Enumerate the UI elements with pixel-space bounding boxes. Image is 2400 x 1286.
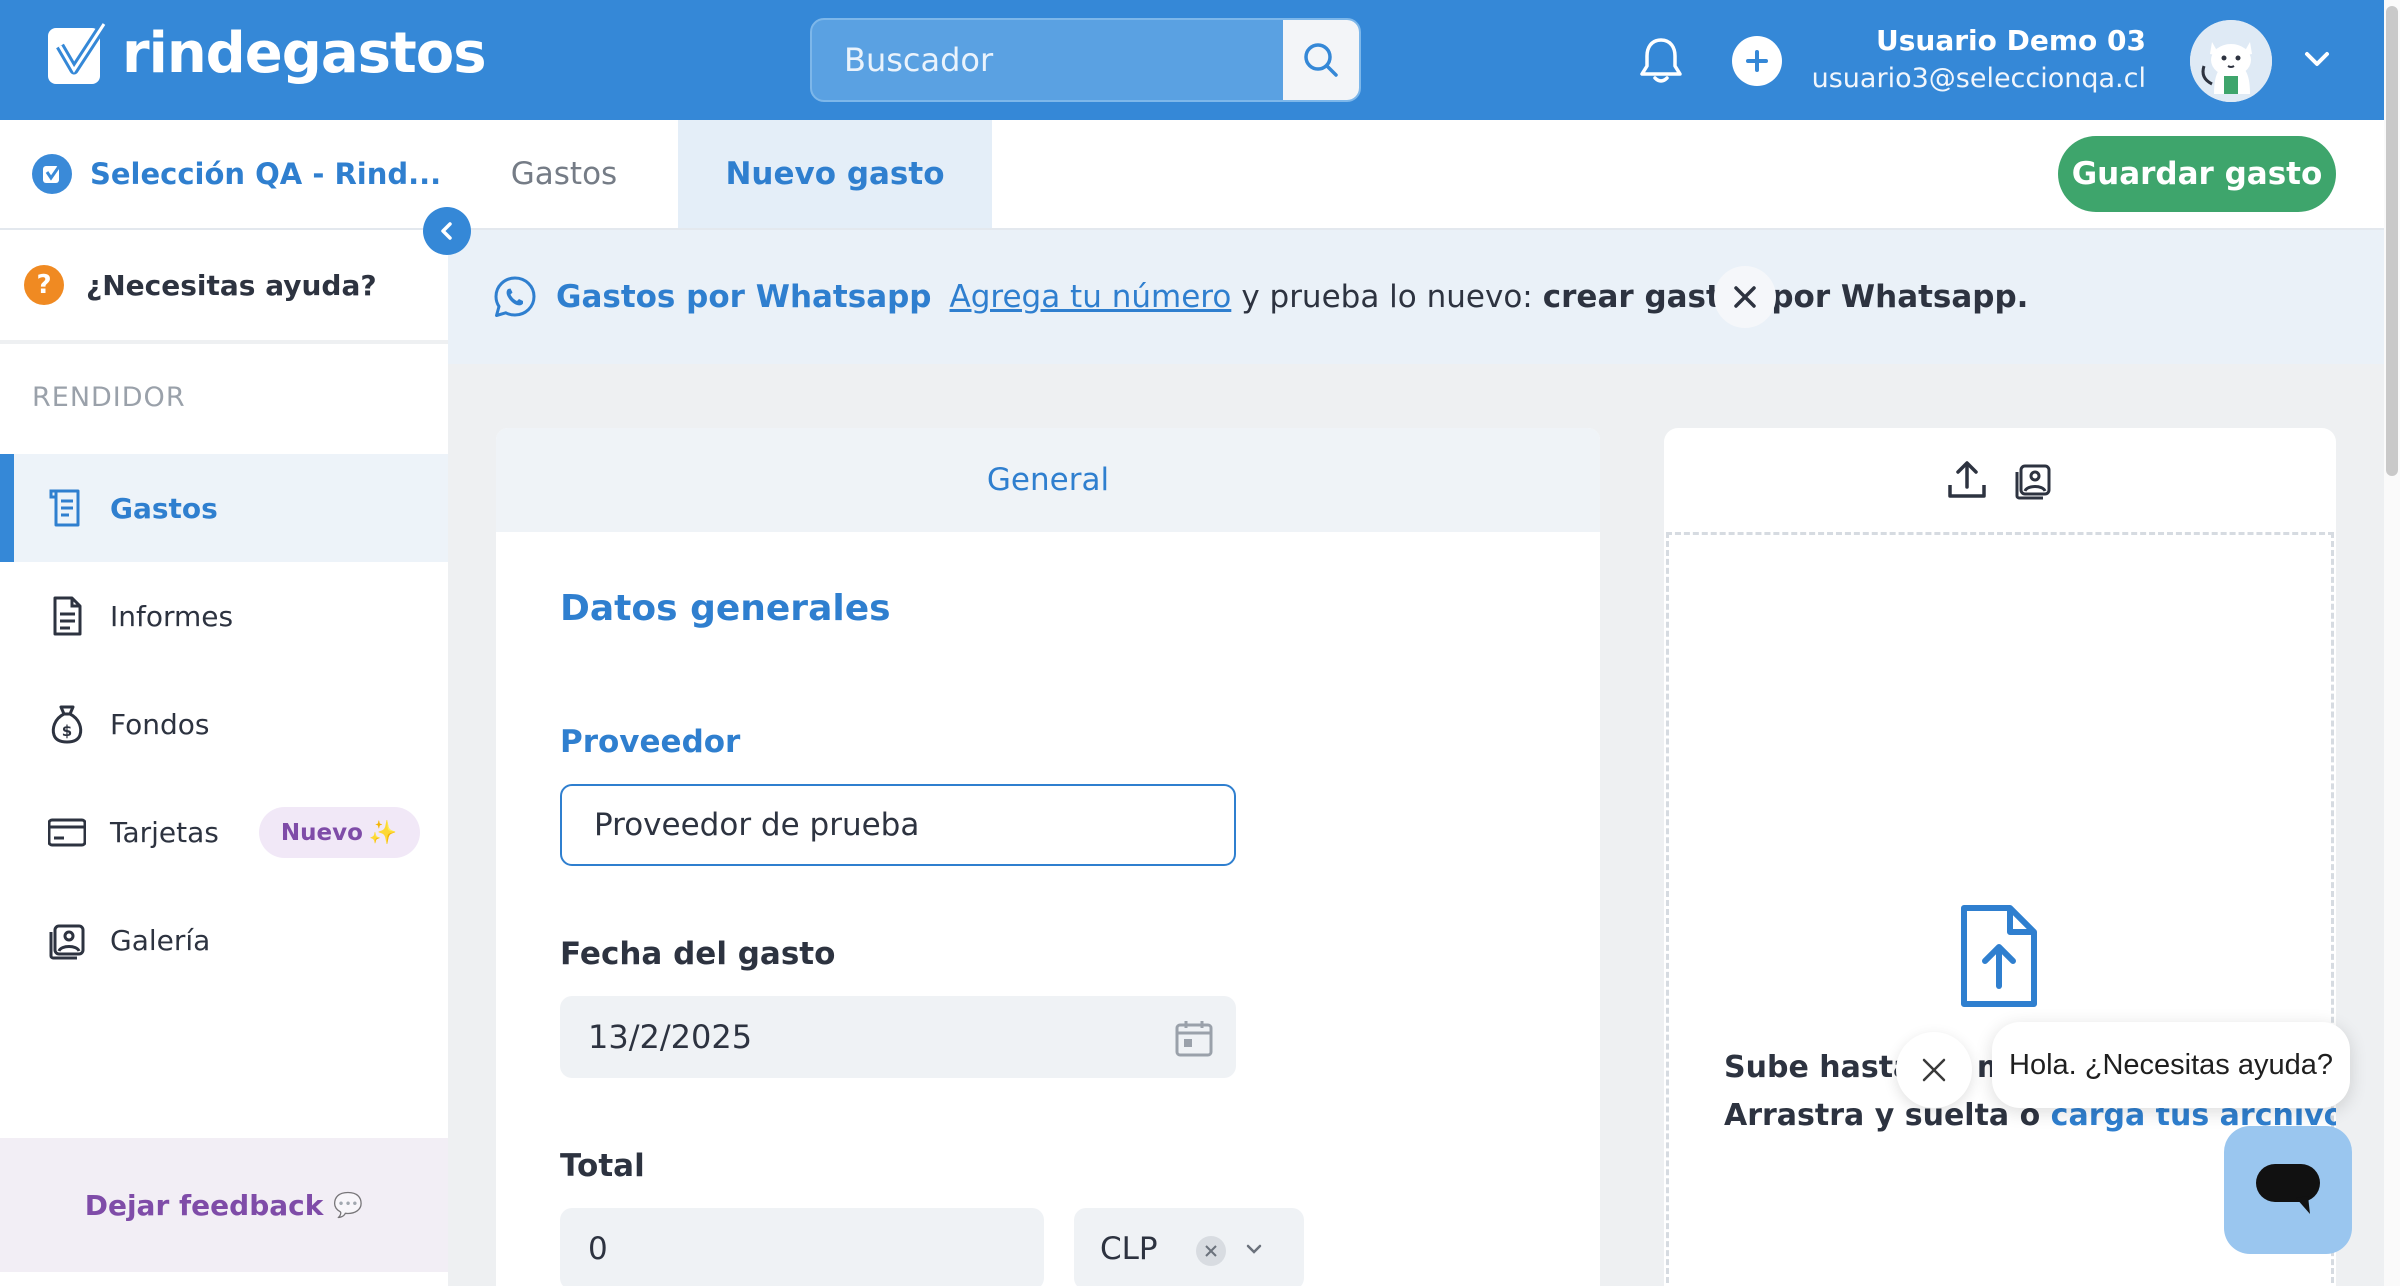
card-icon [48, 818, 86, 847]
sidebar-item-label: Gastos [110, 491, 218, 525]
receipt-icon [49, 489, 80, 527]
date-value: 13/2/2025 [588, 1018, 753, 1056]
organization-selector[interactable]: Selección QA - Rind... [32, 154, 441, 194]
sidebar-item-galeria[interactable]: Galería [0, 886, 448, 994]
sidebar-item-label: Galería [110, 923, 211, 957]
sidebar-item-informes[interactable]: Informes [0, 562, 448, 670]
attachment-toolbar [1664, 428, 2336, 532]
search-input[interactable] [812, 20, 1282, 100]
section-heading: Datos generales [560, 588, 891, 629]
currency-select[interactable]: CLP [1074, 1208, 1304, 1286]
tab-general[interactable]: General [496, 428, 1600, 532]
sidebar-item-tarjetas[interactable]: Tarjetas Nuevo ✨ [0, 778, 448, 886]
top-navbar: rindegastos Usuario Demo 03 usuario3@sel… [0, 0, 2384, 120]
add-number-link[interactable]: Agrega tu número [950, 279, 1232, 315]
logo-mark-icon [48, 21, 108, 84]
search-icon [1304, 43, 1338, 77]
tab-gastos[interactable]: Gastos [462, 120, 666, 228]
feedback-label: Dejar feedback [84, 1188, 324, 1222]
expense-form-card: General Datos generales Proveedor Fecha … [496, 428, 1600, 1286]
speech-bubble-icon: 💬 [333, 1191, 364, 1219]
search-box [810, 18, 1361, 102]
upload-instructions-text: Arrastra y suelta o [1724, 1098, 2041, 1133]
currency-value: CLP [1100, 1231, 1158, 1267]
sidebar-item-label: Tarjetas [110, 815, 219, 849]
help-link[interactable]: ? ¿Necesitas ayuda? [0, 230, 448, 344]
whatsapp-banner: Gastos por Whatsapp Agrega tu número y p… [448, 230, 2384, 364]
total-input[interactable] [560, 1208, 1044, 1286]
clear-currency-button[interactable] [1196, 1236, 1226, 1266]
provider-input[interactable] [560, 784, 1236, 866]
chevron-down-icon [1246, 1244, 1262, 1254]
svg-text:$: $ [62, 722, 72, 740]
upload-hint: Sube hasta un má [1724, 1050, 2029, 1085]
close-chat-prompt-button[interactable] [1896, 1032, 1972, 1108]
file-upload-icon [1961, 905, 2037, 1007]
chevron-left-icon [441, 222, 452, 240]
close-banner-button[interactable] [1714, 266, 1776, 328]
avatar[interactable] [2190, 20, 2272, 102]
date-field[interactable]: 13/2/2025 [560, 996, 1236, 1078]
sidebar-section-title: RENDIDOR [32, 382, 186, 413]
add-button[interactable] [1732, 36, 1782, 86]
sidebar-item-fondos[interactable]: $ Fondos [0, 670, 448, 778]
brand-name: rindegastos [122, 20, 487, 86]
banner-title: Gastos por Whatsapp [556, 279, 932, 315]
date-label: Fecha del gasto [560, 936, 836, 972]
whatsapp-icon [494, 276, 536, 317]
search-button[interactable] [1283, 20, 1359, 100]
document-icon [53, 596, 82, 636]
badge-label: Nuevo [280, 819, 363, 846]
sidebar: ? ¿Necesitas ayuda? RENDIDOR Gastos Info… [0, 230, 448, 1286]
bell-icon[interactable] [1636, 34, 1686, 86]
user-email: usuario3@seleccionqa.cl [1811, 63, 2146, 94]
close-icon [1205, 1245, 1217, 1257]
chat-greeting[interactable]: Hola. ¿Necesitas ayuda? [1992, 1022, 2350, 1108]
cat-avatar-icon [2190, 20, 2272, 102]
close-icon [1922, 1058, 1946, 1082]
upload-icon[interactable] [1946, 459, 1988, 501]
chat-launcher-button[interactable] [2224, 1126, 2352, 1254]
banner-strong-text: crear gastos por Whatsapp. [1542, 279, 2029, 315]
organization-icon [32, 154, 72, 194]
brand-logo[interactable]: rindegastos [46, 20, 487, 86]
help-icon: ? [24, 265, 64, 305]
organization-name: Selección QA - Rind... [90, 157, 442, 191]
user-name: Usuario Demo 03 [1876, 24, 2146, 57]
chat-icon [2256, 1164, 2320, 1214]
user-info[interactable]: Usuario Demo 03 usuario3@seleccionqa.cl [1780, 22, 2146, 98]
sidebar-item-label: Fondos [110, 707, 210, 741]
help-label: ¿Necesitas ayuda? [86, 268, 377, 302]
gallery-icon [49, 924, 85, 960]
calendar-icon[interactable] [1174, 1018, 1214, 1058]
feedback-button[interactable]: Dejar feedback 💬 [0, 1138, 448, 1272]
money-bag-icon: $ [51, 705, 83, 744]
sparkle-icon: ✨ [368, 819, 398, 846]
chevron-down-icon[interactable] [2302, 48, 2332, 70]
collapse-sidebar-button[interactable] [423, 207, 471, 255]
plus-icon [1746, 50, 1768, 72]
sidebar-item-label: Informes [110, 599, 234, 633]
sidebar-item-gastos[interactable]: Gastos [0, 454, 448, 562]
provider-label: Proveedor [560, 724, 741, 760]
close-icon [1734, 286, 1756, 308]
tab-nuevo-gasto[interactable]: Nuevo gasto [678, 120, 992, 228]
scrollbar-thumb[interactable] [2386, 6, 2398, 476]
banner-text: y prueba lo nuevo: [1241, 279, 1533, 315]
save-expense-button[interactable]: Guardar gasto [2058, 136, 2336, 212]
gallery-icon[interactable] [2012, 459, 2054, 501]
context-bar: Selección QA - Rind... Gastos Nuevo gast… [0, 120, 2384, 230]
total-label: Total [560, 1148, 645, 1184]
new-badge: Nuevo ✨ [258, 806, 420, 858]
